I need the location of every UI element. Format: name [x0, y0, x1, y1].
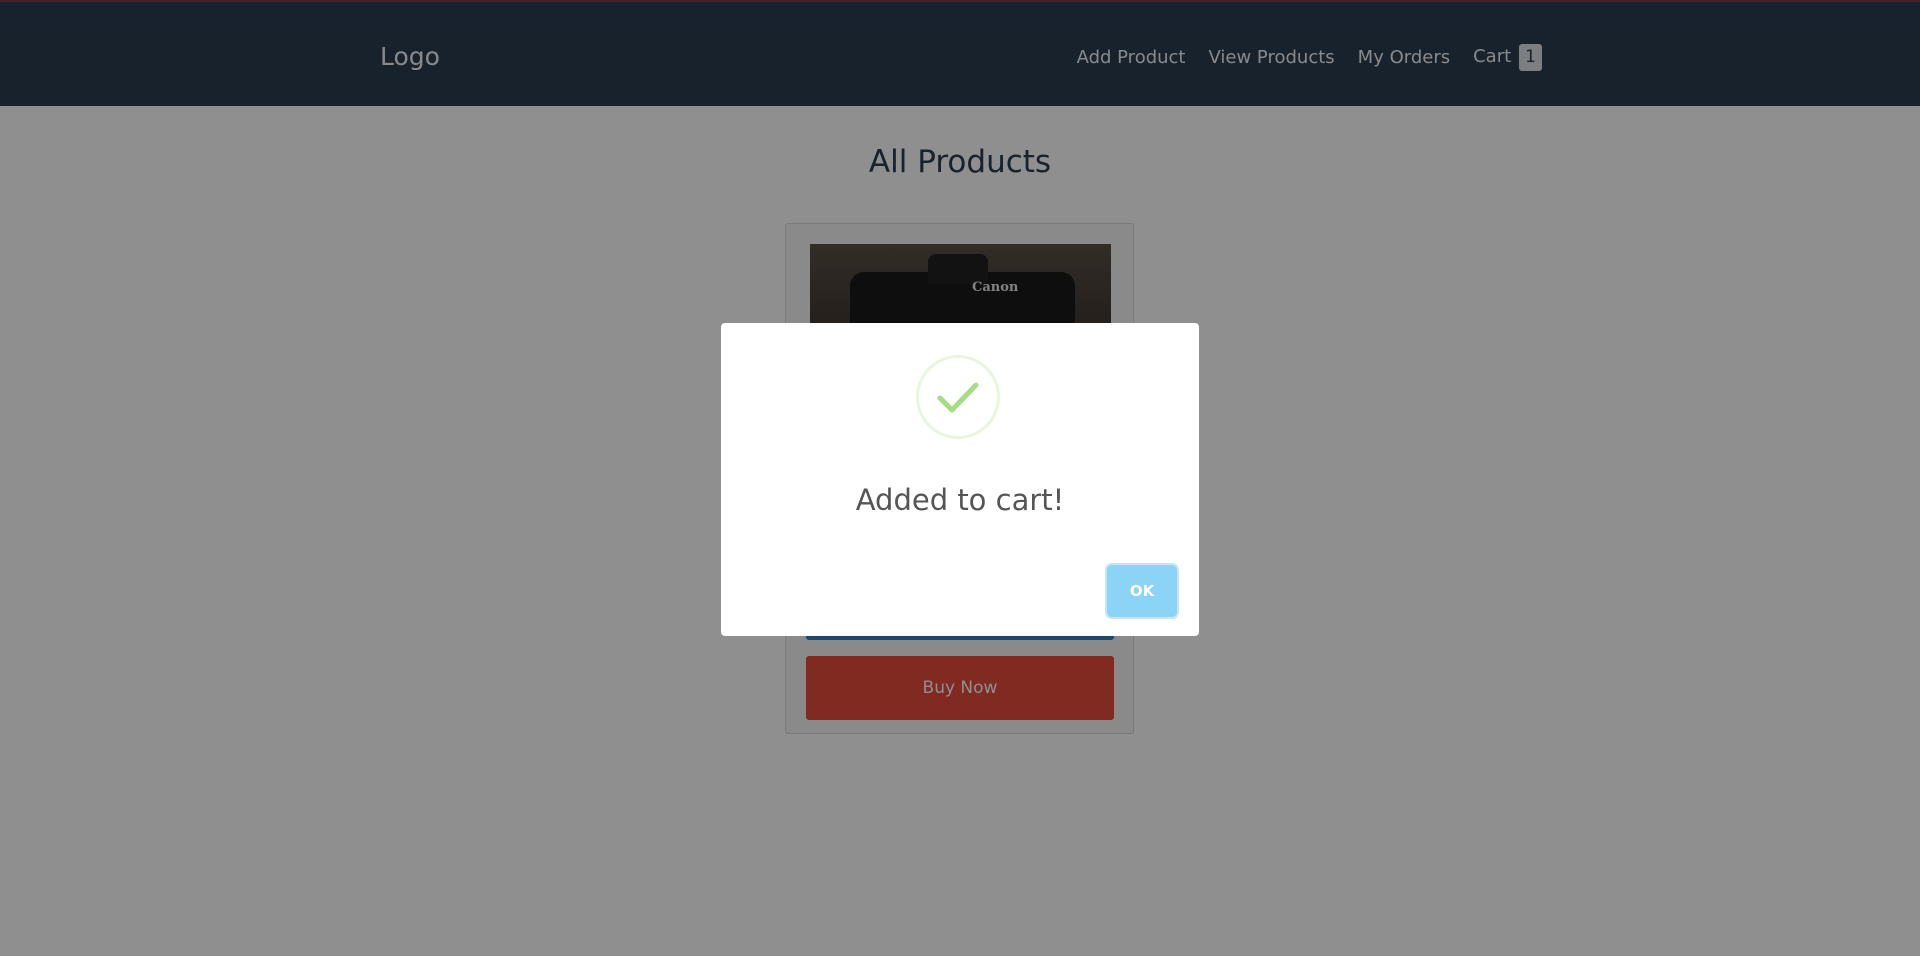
success-icon [916, 355, 1000, 439]
success-modal: Added to cart! OK [721, 323, 1199, 636]
ok-button[interactable]: OK [1107, 565, 1177, 617]
check-icon [937, 382, 979, 413]
modal-title: Added to cart! [855, 483, 1065, 517]
